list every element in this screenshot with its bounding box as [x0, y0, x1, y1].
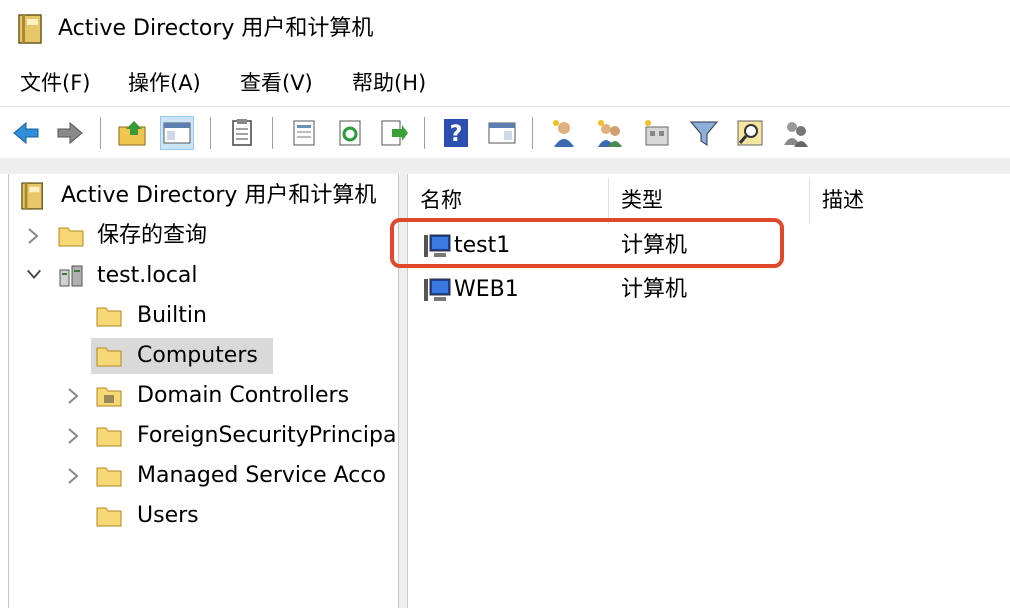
list-row-web1[interactable]: WEB1 计算机	[408, 270, 1010, 310]
tree-root[interactable]: Active Directory 用户和计算机	[9, 178, 399, 214]
chevron-right-icon[interactable]	[65, 426, 81, 446]
show-action-pane-icon[interactable]	[486, 117, 518, 149]
chevron-right-icon[interactable]	[65, 466, 81, 486]
tree-item-computers[interactable]: Computers	[9, 338, 399, 374]
back-icon[interactable]	[10, 117, 42, 149]
highlight-annotation	[390, 218, 784, 268]
forward-icon[interactable]	[54, 117, 86, 149]
console-tree: Active Directory 用户和计算机 保存的查询 test.local…	[8, 174, 399, 608]
chevron-right-icon[interactable]	[25, 226, 41, 246]
svg-text:?: ?	[450, 122, 463, 147]
folder-icon	[57, 222, 85, 250]
list-item-name: WEB1	[454, 277, 519, 302]
tree-item-domain-controllers[interactable]: Domain Controllers	[9, 378, 399, 414]
computer-icon	[422, 276, 452, 304]
tree-item-managed-service-accounts[interactable]: Managed Service Acco	[9, 458, 399, 494]
export-list-icon[interactable]	[378, 117, 410, 149]
menu-file[interactable]: 文件(F)	[18, 68, 92, 98]
domain-icon	[57, 262, 85, 290]
properties-icon[interactable]	[288, 117, 320, 149]
tree-item-label: test.local	[97, 263, 198, 288]
menu-action[interactable]: 操作(A)	[126, 68, 203, 98]
column-header-type[interactable]: 类型	[609, 180, 809, 220]
tree-item-domain[interactable]: test.local	[9, 258, 399, 294]
folder-icon	[95, 502, 123, 530]
ad-book-icon	[18, 14, 44, 44]
refresh-icon[interactable]	[334, 117, 366, 149]
folder-icon	[95, 342, 123, 370]
tree-item-label: 保存的查询	[97, 223, 208, 248]
folder-icon	[95, 302, 123, 330]
tree-item-users[interactable]: Users	[9, 498, 399, 534]
folder-icon	[95, 462, 123, 490]
new-group-icon[interactable]	[594, 117, 626, 149]
tree-item-label: Domain Controllers	[137, 383, 350, 408]
chevron-down-icon[interactable]	[25, 266, 41, 286]
list-item-type: 计算机	[621, 277, 688, 302]
ou-folder-icon	[95, 382, 123, 410]
menu-bar: 文件(F) 操作(A) 查看(V) 帮助(H)	[0, 62, 1010, 104]
copy-icon[interactable]	[226, 117, 258, 149]
help-icon[interactable]: ?	[440, 117, 472, 149]
up-folder-icon[interactable]	[116, 117, 148, 149]
frame-divider	[0, 158, 1010, 174]
filter-icon[interactable]	[688, 117, 720, 149]
tree-item-label: ForeignSecurityPrincipa	[137, 423, 397, 448]
column-header-name[interactable]: 名称	[408, 180, 608, 220]
window-title: Active Directory 用户和计算机	[58, 16, 374, 41]
column-header-description[interactable]: 描述	[810, 180, 1010, 220]
menu-help[interactable]: 帮助(H)	[350, 68, 428, 98]
tree-item-saved-queries[interactable]: 保存的查询	[9, 218, 399, 254]
toolbar: ?	[0, 106, 1010, 159]
chevron-right-icon[interactable]	[65, 386, 81, 406]
new-user-icon[interactable]	[548, 117, 580, 149]
tree-item-label: Computers	[137, 343, 258, 368]
ad-book-icon	[21, 182, 49, 210]
tree-item-label: Managed Service Acco	[137, 463, 386, 488]
add-to-group-icon[interactable]	[780, 117, 812, 149]
tree-item-foreign-security-principals[interactable]: ForeignSecurityPrincipa	[9, 418, 399, 454]
menu-view[interactable]: 查看(V)	[238, 68, 315, 98]
tree-item-label: Builtin	[137, 303, 207, 328]
tree-item-label: Users	[137, 503, 199, 528]
folder-icon	[95, 422, 123, 450]
new-ou-icon[interactable]	[640, 117, 672, 149]
find-icon[interactable]	[734, 117, 766, 149]
title-bar: Active Directory 用户和计算机	[0, 0, 1010, 60]
tree-item-builtin[interactable]: Builtin	[9, 298, 399, 334]
tree-root-label: Active Directory 用户和计算机	[61, 183, 377, 208]
show-hide-console-tree-icon[interactable]	[160, 116, 194, 150]
